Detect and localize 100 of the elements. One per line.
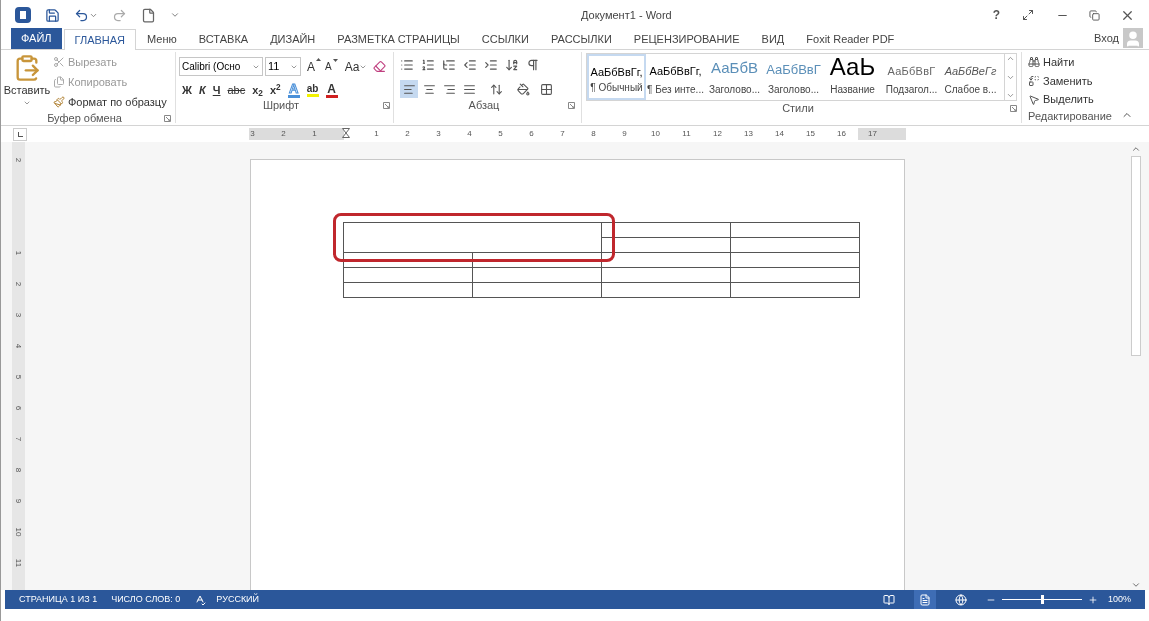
- new-document-icon[interactable]: [141, 7, 156, 23]
- style-item[interactable]: АаБбВвГг, ¶ Обычный: [587, 54, 646, 100]
- increase-indent-icon[interactable]: [484, 58, 498, 72]
- dialog-launcher-icon[interactable]: [568, 101, 575, 109]
- table-cell[interactable]: [343, 252, 472, 268]
- format-button[interactable]: Ж: [182, 82, 192, 99]
- slider-thumb[interactable]: [1040, 595, 1044, 604]
- group-label: Редактирование: [1028, 108, 1112, 124]
- dialog-launcher-icon[interactable]: [164, 114, 171, 122]
- table-cell[interactable]: [601, 252, 730, 268]
- pilcrow-icon[interactable]: [526, 58, 540, 72]
- ribbon-display-icon[interactable]: [1022, 9, 1034, 21]
- table-cell[interactable]: [472, 282, 601, 298]
- format-button[interactable]: Ч: [212, 82, 221, 99]
- file-tab[interactable]: ФАЙЛ: [11, 28, 62, 49]
- page-count[interactable]: СТРАНИЦА 1 ИЗ 1: [19, 592, 98, 607]
- numbering-icon[interactable]: [421, 58, 435, 72]
- paste-button[interactable]: Вставить: [5, 52, 49, 111]
- style-item[interactable]: АаБбВеГг Слабое в...: [941, 54, 1000, 100]
- ribbon-tab[interactable]: РАЗМЕТКА СТРАНИЦЫ: [326, 29, 471, 49]
- dialog-launcher-icon[interactable]: [1010, 104, 1017, 112]
- font-name-field[interactable]: Calibri (Осно: [179, 57, 263, 76]
- ribbon-tab[interactable]: ВИД: [750, 29, 796, 49]
- ribbon-tab[interactable]: ДИЗАЙН: [259, 29, 327, 49]
- table-cell[interactable]: [343, 222, 601, 253]
- ruler-number: 5: [498, 128, 503, 140]
- tab-selector[interactable]: [13, 127, 27, 141]
- style-item[interactable]: АаБбВвГ Подзагол...: [882, 54, 941, 100]
- format-button[interactable]: x$^{2}$: [269, 82, 281, 99]
- table-cell[interactable]: [343, 267, 472, 283]
- ruler-number: 1: [312, 128, 317, 140]
- table-cell[interactable]: [730, 252, 859, 268]
- table-cell[interactable]: [730, 222, 859, 238]
- font-size-field[interactable]: 11: [265, 57, 301, 76]
- view-button[interactable]: [913, 590, 936, 609]
- table-cell[interactable]: [601, 237, 730, 253]
- horizontal-ruler[interactable]: 3 2 1 1 2 3 4 5 6 7 8 9 10 11 12 13 14 15 16 17: [249, 128, 906, 140]
- shrink-font-button[interactable]: A: [325, 59, 338, 74]
- save-icon[interactable]: [45, 7, 60, 23]
- ribbon-tab[interactable]: Меню: [136, 29, 188, 49]
- color-button[interactable]: ab: [306, 83, 319, 97]
- align-button[interactable]: [400, 80, 418, 98]
- borders-icon[interactable]: [540, 82, 553, 96]
- table-cell[interactable]: [472, 252, 601, 268]
- ribbon-tab[interactable]: Foxit Reader PDF: [795, 29, 906, 49]
- proofing-icon[interactable]: [194, 593, 207, 606]
- decrease-indent-icon[interactable]: [463, 58, 477, 72]
- grow-font-button[interactable]: A: [307, 57, 321, 76]
- table-cell[interactable]: [601, 222, 730, 238]
- style-item[interactable]: АаЬ Название: [823, 54, 882, 100]
- language-label[interactable]: РУССКИЙ: [216, 592, 260, 607]
- dialog-launcher-icon[interactable]: [383, 102, 390, 109]
- table-cell[interactable]: [472, 267, 601, 283]
- style-item[interactable]: АаБбВвГ Заголово...: [764, 54, 823, 100]
- style-item[interactable]: АаБбВвГг, ¶ Без инте...: [646, 54, 705, 100]
- scrollbar-thumb[interactable]: [1131, 156, 1141, 356]
- sign-in-link[interactable]: Вход: [1094, 29, 1119, 46]
- zoom-in-icon[interactable]: [1087, 594, 1098, 605]
- table-cell[interactable]: [343, 282, 472, 298]
- customize-caret-icon[interactable]: [170, 10, 180, 20]
- format-button[interactable]: abc: [227, 82, 246, 99]
- editing-button[interactable]: Выделить: [1028, 90, 1112, 109]
- scroll-down-icon[interactable]: [1131, 580, 1141, 590]
- multilevel-list-icon[interactable]: [442, 58, 456, 72]
- style-item[interactable]: АаБбВ Заголово...: [705, 54, 764, 100]
- vertical-ruler[interactable]: 2 1 2 3 4 5 6 7 8 9 10 11: [12, 142, 25, 590]
- restore-icon[interactable]: [1089, 9, 1100, 21]
- ribbon-tab[interactable]: РЕЦЕНЗИРОВАНИЕ: [622, 29, 751, 49]
- replace-icon: [1028, 75, 1040, 87]
- undo-icon[interactable]: [74, 7, 89, 23]
- table-cell[interactable]: [601, 267, 730, 283]
- clipboard-button[interactable]: Формат по образцу: [53, 93, 167, 111]
- table-cell[interactable]: [730, 267, 859, 283]
- ribbon-tab[interactable]: РАССЫЛКИ: [539, 29, 623, 49]
- scroll-up-icon[interactable]: [1131, 144, 1141, 154]
- pointer-icon: [1028, 93, 1040, 106]
- table-cell[interactable]: [730, 237, 859, 253]
- ribbon-tab[interactable]: ВСТАВКА: [187, 29, 260, 49]
- shading-icon[interactable]: [517, 82, 530, 96]
- sort-icon[interactable]: [505, 58, 519, 72]
- editing-button[interactable]: Заменить: [1028, 71, 1112, 91]
- table-cell[interactable]: [601, 282, 730, 298]
- eraser-icon[interactable]: [373, 60, 387, 73]
- format-button[interactable]: К: [198, 82, 206, 99]
- ribbon-tab[interactable]: ССЫЛКИ: [470, 29, 540, 49]
- word-logo-icon[interactable]: [15, 7, 31, 23]
- word-count[interactable]: ЧИСЛО СЛОВ: 0: [111, 592, 181, 607]
- line-spacing-icon[interactable]: [490, 82, 503, 96]
- ribbon-tab[interactable]: ГЛАВНАЯ: [63, 29, 137, 50]
- color-button[interactable]: A: [325, 82, 338, 98]
- help-button[interactable]: ?: [992, 6, 1000, 24]
- table-cell[interactable]: [730, 282, 859, 298]
- page-icon: [918, 593, 931, 606]
- format-button[interactable]: x$_{2}$: [252, 82, 263, 99]
- change-case-button[interactable]: Aa: [344, 57, 368, 76]
- editing-button[interactable]: Найти: [1028, 53, 1112, 72]
- ruler-number: 10: [651, 128, 660, 140]
- bullets-icon[interactable]: [400, 58, 414, 72]
- indent-marker-icon[interactable]: [341, 128, 350, 140]
- zoom-percent[interactable]: 100%: [1107, 592, 1131, 607]
